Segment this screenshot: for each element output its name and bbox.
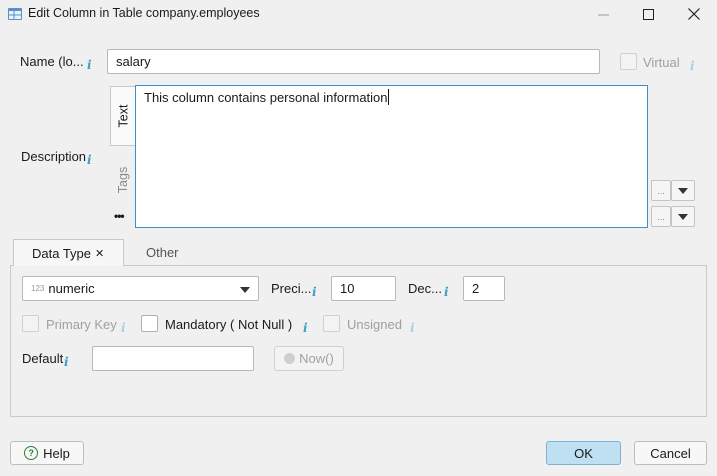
primary-key-info-icon: i [121, 321, 126, 335]
tab-close-icon[interactable]: ✕ [95, 247, 104, 260]
more-options-icon[interactable]: ••• [114, 209, 125, 223]
now-button: Now() [274, 346, 344, 371]
help-button[interactable]: ? Help [10, 441, 84, 465]
decimals-label: Dec... [408, 281, 442, 296]
tab-data-type-label: Data Type [32, 245, 92, 261]
name-label: Name (lo... [20, 54, 84, 69]
description-ellipsis-button-2[interactable]: ... [651, 206, 671, 227]
name-info-icon[interactable]: i [87, 58, 92, 72]
precision-info-icon[interactable]: i [312, 285, 317, 299]
tab-data-type[interactable]: Data Type ✕ [13, 239, 124, 266]
text-cursor [388, 89, 389, 105]
default-info-icon[interactable]: i [64, 355, 69, 369]
tab-other[interactable]: Other [146, 239, 179, 266]
cancel-button[interactable]: Cancel [634, 441, 707, 465]
maximize-button[interactable] [625, 0, 671, 28]
description-ellipsis-button-1[interactable]: ... [651, 180, 671, 201]
virtual-checkbox [620, 53, 637, 70]
description-info-icon[interactable]: i [87, 153, 92, 167]
help-icon: ? [24, 446, 39, 460]
ok-button[interactable]: OK [546, 441, 621, 465]
name-input[interactable]: salary [107, 49, 600, 74]
help-button-label: Help [43, 445, 70, 461]
description-dropdown-button-2[interactable] [671, 206, 695, 227]
description-label: Description [21, 149, 87, 164]
type-select[interactable]: 123 numeric [22, 276, 259, 301]
unsigned-info-icon: i [410, 321, 415, 335]
mandatory-label: Mandatory ( Not Null ) [165, 317, 293, 332]
tab-description-tags[interactable]: Tags [110, 150, 136, 210]
chevron-down-icon [678, 213, 688, 220]
default-label: Default [22, 351, 64, 366]
primary-key-checkbox [22, 315, 39, 332]
close-icon [688, 8, 700, 20]
tab-tags-label: Tags [116, 166, 130, 194]
precision-input[interactable]: 10 [331, 276, 396, 301]
window-title: Edit Column in Table company.employees [28, 6, 260, 20]
description-textarea[interactable]: This column contains personal informatio… [135, 85, 648, 228]
unsigned-checkbox [323, 315, 340, 332]
tab-text-label: Text [116, 104, 131, 128]
tab-description-text[interactable]: Text [110, 86, 136, 146]
close-button[interactable] [671, 0, 717, 28]
description-dropdown-button-1[interactable] [671, 180, 695, 201]
primary-key-label: Primary Key [46, 317, 117, 332]
clock-icon [284, 353, 296, 364]
title-bar: Edit Column in Table company.employees [0, 0, 717, 28]
maximize-icon [642, 8, 654, 20]
type-numeric-icon: 123 [31, 284, 45, 293]
virtual-label: Virtual [643, 55, 680, 70]
virtual-info-icon: i [690, 59, 695, 73]
mandatory-info-icon[interactable]: i [303, 321, 308, 335]
chevron-down-icon [678, 187, 688, 194]
now-button-label: Now() [299, 351, 334, 366]
chevron-down-icon [240, 287, 250, 293]
default-input[interactable] [92, 346, 254, 371]
database-table-icon [8, 8, 22, 20]
unsigned-label: Unsigned [347, 317, 402, 332]
precision-label: Preci... [271, 281, 312, 296]
type-value: numeric [48, 281, 95, 296]
decimals-info-icon[interactable]: i [444, 285, 449, 299]
minimize-icon [597, 14, 609, 15]
decimals-input[interactable]: 2 [463, 276, 505, 301]
description-text: This column contains personal informatio… [144, 90, 388, 105]
mandatory-checkbox[interactable] [141, 315, 158, 332]
minimize-button[interactable] [580, 0, 626, 28]
